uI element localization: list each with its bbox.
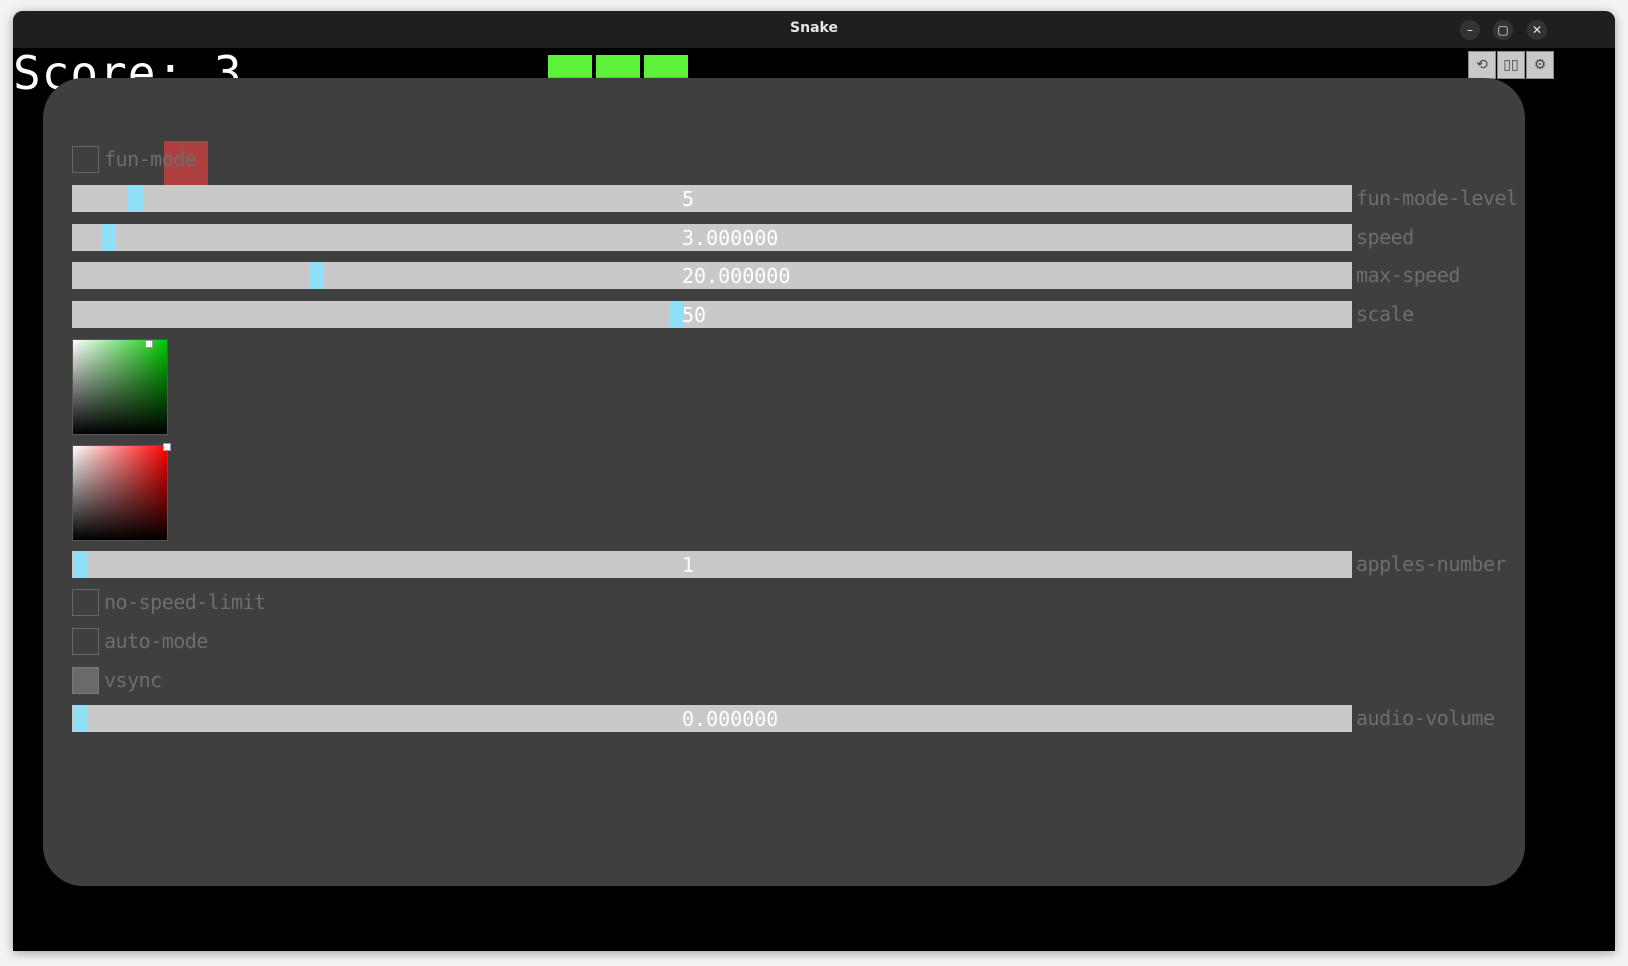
scale-slider[interactable]: 50 bbox=[72, 301, 1352, 328]
slider-value: 50 bbox=[682, 303, 707, 327]
snake-window: Snake – ▢ ✕ Score: 3 ⟲ ▯▯ ⚙ fun-mode 5 f… bbox=[13, 11, 1615, 951]
game-area: Score: 3 ⟲ ▯▯ ⚙ fun-mode 5 fun-mode-leve… bbox=[13, 46, 1615, 951]
settings-panel: fun-mode 5 fun-mode-level 3.000000 speed… bbox=[43, 78, 1525, 886]
slider-value: 3.000000 bbox=[682, 226, 779, 250]
slider-handle[interactable] bbox=[73, 551, 88, 578]
fun-mode-checkbox[interactable] bbox=[72, 146, 99, 173]
vsync-checkbox[interactable] bbox=[72, 667, 99, 694]
minimize-button[interactable]: – bbox=[1460, 20, 1480, 40]
max-speed-label: max-speed bbox=[1356, 263, 1460, 287]
slider-handle[interactable] bbox=[128, 185, 143, 212]
fun-mode-level-slider[interactable]: 5 bbox=[72, 185, 1352, 212]
gear-icon[interactable]: ⚙ bbox=[1526, 51, 1554, 79]
title-bar[interactable]: Snake – ▢ ✕ bbox=[13, 11, 1615, 48]
picker-selector[interactable] bbox=[163, 443, 171, 451]
apples-number-slider[interactable]: 1 bbox=[72, 551, 1352, 578]
snake-color-picker[interactable] bbox=[72, 339, 168, 435]
apple-color-picker[interactable] bbox=[72, 443, 171, 541]
maximize-button[interactable]: ▢ bbox=[1493, 20, 1513, 40]
pause-icon[interactable]: ▯▯ bbox=[1497, 51, 1525, 79]
vsync-label: vsync bbox=[104, 668, 162, 692]
apples-number-label: apples-number bbox=[1356, 552, 1507, 576]
auto-mode-checkbox[interactable] bbox=[72, 628, 99, 655]
auto-mode-label: auto-mode bbox=[104, 629, 208, 653]
speed-label: speed bbox=[1356, 225, 1414, 249]
scale-label: scale bbox=[1356, 302, 1414, 326]
audio-volume-slider[interactable]: 0.000000 bbox=[72, 705, 1352, 732]
close-button[interactable]: ✕ bbox=[1527, 20, 1547, 40]
slider-handle[interactable] bbox=[101, 224, 116, 251]
slider-handle[interactable] bbox=[73, 705, 88, 732]
speed-slider[interactable]: 3.000000 bbox=[72, 224, 1352, 251]
window-title: Snake bbox=[790, 20, 838, 36]
picker-selector[interactable] bbox=[145, 340, 153, 348]
no-speed-limit-label: no-speed-limit bbox=[104, 590, 266, 614]
fun-mode-label: fun-mode bbox=[104, 147, 197, 171]
slider-value: 20.000000 bbox=[682, 264, 791, 288]
no-speed-limit-checkbox[interactable] bbox=[72, 589, 99, 616]
slider-value: 0.000000 bbox=[682, 707, 779, 731]
fun-mode-level-label: fun-mode-level bbox=[1356, 186, 1518, 210]
max-speed-slider[interactable]: 20.000000 bbox=[72, 262, 1352, 289]
slider-handle[interactable] bbox=[309, 262, 324, 289]
audio-volume-label: audio-volume bbox=[1356, 706, 1495, 730]
reset-icon[interactable]: ⟲ bbox=[1468, 51, 1496, 79]
slider-value: 5 bbox=[682, 187, 695, 211]
slider-value: 1 bbox=[682, 553, 695, 577]
